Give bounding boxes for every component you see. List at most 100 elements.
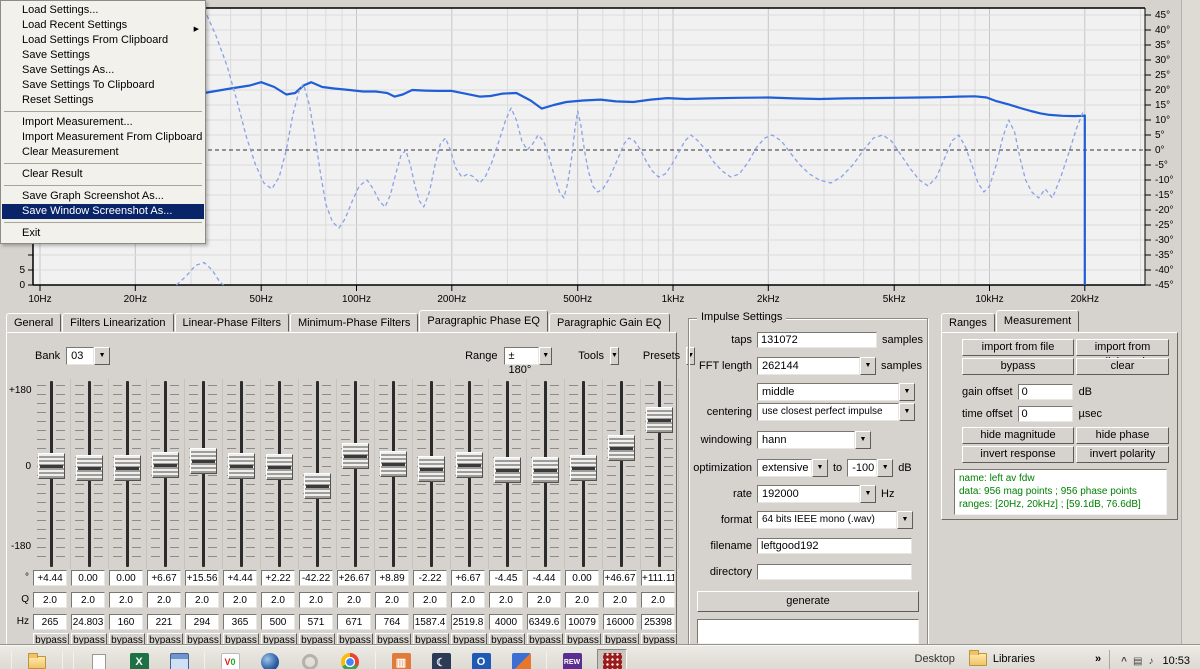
filename-input[interactable] (757, 538, 912, 554)
slider-thumb[interactable] (342, 443, 369, 469)
tab-minimum-phase-filters[interactable]: Minimum-Phase Filters (290, 313, 418, 332)
deg-value-3[interactable] (109, 570, 143, 586)
q-value-9[interactable] (337, 592, 371, 608)
slider-thumb[interactable] (380, 451, 407, 477)
q-value-12[interactable] (451, 592, 485, 608)
taskbar-icon-document[interactable] (84, 649, 114, 669)
generate-button[interactable]: generate (697, 591, 919, 612)
chevron-down-icon[interactable]: ▼ (812, 459, 828, 477)
chevron-down-icon[interactable]: ▼ (877, 459, 893, 477)
q-value-10[interactable] (375, 592, 409, 608)
slider-thumb[interactable] (532, 457, 559, 483)
hz-value-10[interactable] (375, 614, 409, 630)
q-value-8[interactable] (299, 592, 333, 608)
slider-thumb[interactable] (570, 455, 597, 481)
deg-value-11[interactable] (413, 570, 447, 586)
deg-value-15[interactable] (565, 570, 599, 586)
hz-value-15[interactable] (565, 614, 599, 630)
optimization-db-select[interactable]: -100▼ (847, 459, 893, 477)
slider-thumb[interactable] (494, 457, 521, 483)
chevron-down-icon[interactable]: ▼ (94, 347, 110, 365)
hz-value-14[interactable] (527, 614, 561, 630)
menu-item-save-graph-screenshot-as[interactable]: Save Graph Screenshot As... (2, 189, 204, 204)
bypass-measurement-button[interactable]: bypass (962, 358, 1074, 375)
deg-value-13[interactable] (489, 570, 523, 586)
rate-select[interactable]: 192000▼ (757, 485, 876, 503)
q-value-17[interactable] (641, 592, 675, 608)
chevron-down-icon[interactable]: ▼ (899, 383, 915, 401)
slider-track[interactable] (202, 381, 205, 567)
tab-linear-phase-filters[interactable]: Linear-Phase Filters (175, 313, 289, 332)
taskbar-icon-rew[interactable]: REW (557, 649, 587, 669)
deg-value-8[interactable] (299, 570, 333, 586)
deg-value-5[interactable] (185, 570, 219, 586)
q-value-6[interactable] (223, 592, 257, 608)
taskbar-icon-calculator[interactable] (164, 649, 194, 669)
tab-paragraphic-gain-eq[interactable]: Paragraphic Gain EQ (549, 313, 670, 332)
gain-offset-input[interactable] (1018, 384, 1073, 400)
tray-display-icon[interactable]: ▤ (1133, 656, 1142, 667)
chevron-down-icon[interactable]: ▼ (897, 511, 913, 529)
invert-response-button[interactable]: invert response (962, 446, 1074, 463)
menu-item-clear-measurement[interactable]: Clear Measurement (2, 145, 204, 160)
hz-value-5[interactable] (185, 614, 219, 630)
slider-thumb[interactable] (114, 455, 141, 481)
deg-value-12[interactable] (451, 570, 485, 586)
optimization-select[interactable]: extensive▼ (757, 459, 828, 477)
format-select[interactable]: 64 bits IEEE mono (.wav)▼ (757, 511, 913, 529)
desktop-toolbar-label[interactable]: Desktop (915, 650, 955, 668)
deg-value-2[interactable] (71, 570, 105, 586)
toolbar-overflow-chevron[interactable]: » (1095, 650, 1101, 668)
hz-value-11[interactable] (413, 614, 447, 630)
hz-value-2[interactable] (71, 614, 105, 630)
slider-thumb[interactable] (608, 435, 635, 461)
menu-item-load-settings[interactable]: Load Settings... (2, 3, 204, 18)
menu-item-import-measurement-from-clipboard[interactable]: Import Measurement From Clipboard (2, 130, 204, 145)
fft-length-select[interactable]: 262144▼ (757, 357, 876, 375)
slider-thumb[interactable] (76, 455, 103, 481)
deg-value-6[interactable] (223, 570, 257, 586)
hz-value-9[interactable] (337, 614, 371, 630)
menu-item-load-recent-settings[interactable]: Load Recent Settings▶ (2, 18, 204, 33)
q-value-16[interactable] (603, 592, 637, 608)
taskbar-icon-chrome[interactable] (335, 649, 365, 669)
taskbar-icon-outlook[interactable]: O (466, 649, 496, 669)
q-value-4[interactable] (147, 592, 181, 608)
clear-measurement-button[interactable]: clear (1076, 358, 1169, 375)
hz-value-8[interactable] (299, 614, 333, 630)
q-value-5[interactable] (185, 592, 219, 608)
chevron-down-icon[interactable]: ▼ (860, 485, 876, 503)
menu-item-load-settings-from-clipboard[interactable]: Load Settings From Clipboard (2, 33, 204, 48)
slider-track[interactable] (354, 381, 357, 567)
centering-select-1[interactable]: middle▼ (757, 383, 915, 401)
taskbar-icon-excel[interactable]: X (124, 649, 154, 669)
taskbar-icon-v0-app[interactable]: V0 (215, 649, 245, 669)
slider-thumb[interactable] (304, 473, 331, 499)
range-select[interactable]: ± 180°▼ (504, 347, 553, 365)
hz-value-17[interactable] (641, 614, 675, 630)
q-value-11[interactable] (413, 592, 447, 608)
slider-thumb[interactable] (418, 456, 445, 482)
tray-volume-icon[interactable]: ♪ (1148, 656, 1153, 667)
hz-value-4[interactable] (147, 614, 181, 630)
libraries-folder-icon[interactable] (969, 653, 987, 666)
deg-value-14[interactable] (527, 570, 561, 586)
taskbar-icon-orange-blue-app[interactable] (506, 649, 536, 669)
hide-phase-button[interactable]: hide phase (1076, 427, 1169, 444)
slider-track[interactable] (620, 381, 623, 567)
menu-item-save-settings-as[interactable]: Save Settings As... (2, 63, 204, 78)
meas-tab-ranges[interactable]: Ranges (941, 313, 995, 332)
menu-item-clear-result[interactable]: Clear Result (2, 167, 204, 182)
taps-input[interactable] (757, 332, 877, 348)
taskbar-icon-explorer[interactable] (22, 649, 52, 669)
chevron-down-icon[interactable]: ▼ (539, 347, 552, 365)
menu-item-reset-settings[interactable]: Reset Settings (2, 93, 204, 108)
hz-value-1[interactable] (33, 614, 67, 630)
deg-value-10[interactable] (375, 570, 409, 586)
hz-value-12[interactable] (451, 614, 485, 630)
q-value-3[interactable] (109, 592, 143, 608)
hz-value-7[interactable] (261, 614, 295, 630)
tab-general[interactable]: General (6, 313, 61, 332)
chevron-down-icon[interactable]: ▼ (860, 357, 876, 375)
tools-menu-button[interactable]: ▼ (610, 347, 619, 365)
